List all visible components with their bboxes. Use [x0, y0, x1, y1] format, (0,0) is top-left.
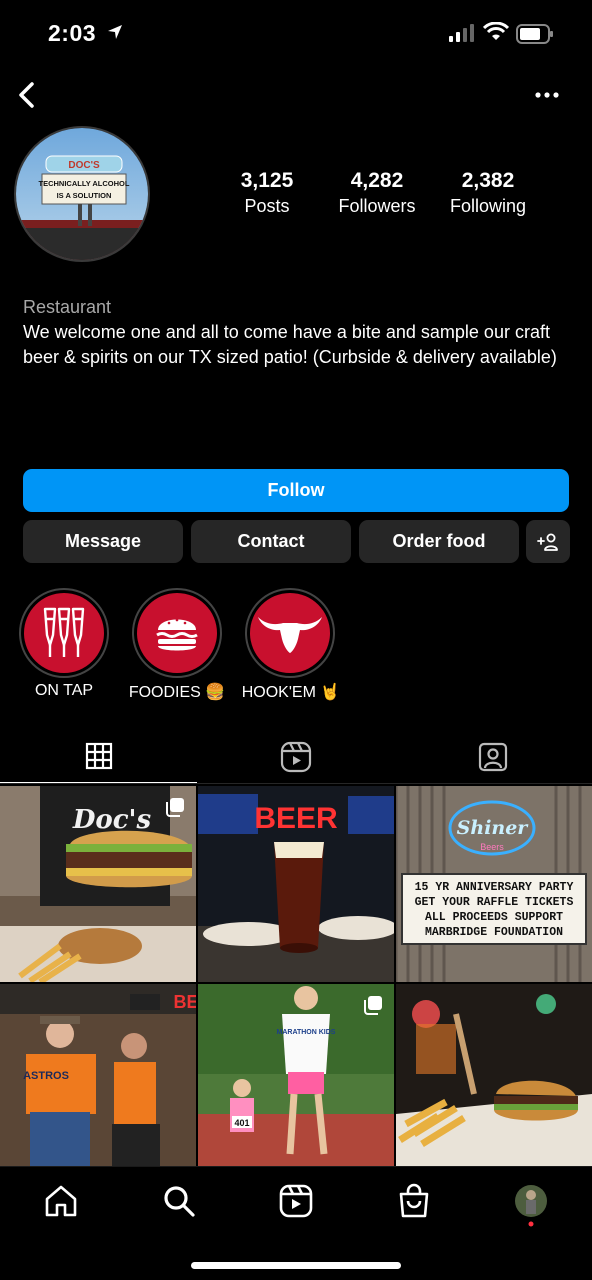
profile-bio: We welcome one and all to come have a bi…	[23, 322, 557, 367]
post-shiner-sub: Beers	[480, 842, 504, 852]
posts-count: 3,125	[240, 169, 294, 192]
burger-icon	[156, 618, 198, 651]
follow-button[interactable]: Follow	[23, 469, 569, 512]
cellular-signal-icon	[449, 24, 474, 42]
avatar-sign-brand: DOC'S	[68, 160, 100, 171]
profile-avatar[interactable]: DOC'S TECHNICALLY ALCOHOL IS A SOLUTION	[14, 126, 150, 262]
longhorn-icon	[258, 617, 322, 653]
post-image-beer: BEER	[198, 786, 394, 982]
highlight-label-on-tap: ON TAP	[34, 682, 94, 699]
post-thumbnail[interactable]	[396, 984, 592, 1166]
posts-stat[interactable]: 3,125 Posts	[212, 168, 322, 218]
following-count: 2,382	[461, 169, 515, 192]
highlight-hookem[interactable]	[245, 588, 335, 678]
reels-icon[interactable]	[278, 1183, 314, 1219]
tab-reels[interactable]	[197, 730, 394, 784]
post-marquee-line2: GET YOUR RAFFLE TICKETS	[415, 896, 574, 909]
post-partial-sign: BE	[173, 992, 196, 1012]
tagged-person-icon	[478, 742, 507, 772]
post-thumbnail[interactable]: BEER	[198, 786, 394, 982]
multiple-posts-icon	[364, 996, 382, 1015]
post-thumbnail[interactable]: Doc's	[0, 786, 196, 982]
post-marquee-line4: MARBRIDGE FOUNDATION	[425, 926, 563, 939]
status-bar: 2:03	[0, 0, 592, 68]
suggested-people-button[interactable]	[526, 520, 570, 563]
highlight-foodies[interactable]	[132, 588, 222, 678]
post-runner-shirt: MARATHON KIDS	[277, 1029, 336, 1036]
followers-label: Followers	[338, 196, 416, 216]
home-icon[interactable]	[43, 1183, 79, 1219]
multiple-posts-icon	[166, 798, 184, 817]
post-image-burger-fries	[396, 984, 592, 1166]
highlight-label-foodies: FOODIES 🍔	[128, 684, 226, 701]
post-image-couple: BE ASTROS	[0, 984, 196, 1166]
reels-icon	[280, 741, 311, 773]
tab-grid[interactable]	[0, 730, 197, 784]
post-bib: 401	[234, 1118, 249, 1128]
post-marquee-line1: 15 YR ANNIVERSARY PARTY	[415, 881, 574, 894]
highlight-on-tap[interactable]	[19, 588, 109, 678]
post-thumbnail[interactable]: Shiner Beers 15 YR ANNIVERSARY PARTY GET…	[396, 786, 592, 982]
beer-taps-icon	[43, 607, 85, 657]
post-beer-sign: BEER	[254, 802, 338, 835]
location-arrow-icon	[108, 25, 122, 39]
home-indicator	[191, 1262, 401, 1269]
avatar-sign-line2: IS A SOLUTION	[57, 191, 112, 200]
post-thumbnail[interactable]: MARATHON KIDS 401	[198, 984, 394, 1166]
followers-count: 4,282	[350, 169, 404, 192]
following-label: Following	[449, 196, 527, 216]
post-image-anniversary-sign: Shiner Beers 15 YR ANNIVERSARY PARTY GET…	[396, 786, 592, 982]
tabs-divider	[0, 783, 592, 784]
own-avatar-icon	[515, 1185, 547, 1227]
avatar-image: DOC'S TECHNICALLY ALCOHOL IS A SOLUTION	[16, 128, 148, 260]
order-food-button[interactable]: Order food	[359, 520, 519, 563]
message-button[interactable]: Message	[23, 520, 183, 563]
grid-icon	[85, 742, 112, 770]
post-grid: Doc's BEER Shiner Beers 15 YR ANNIVERSAR…	[0, 786, 592, 1166]
profile-tabs	[0, 730, 592, 784]
followers-stat[interactable]: 4,282 Followers	[322, 168, 432, 218]
more-options-icon[interactable]	[532, 86, 562, 104]
search-icon[interactable]	[161, 1183, 197, 1219]
status-time: 2:03	[48, 20, 97, 46]
post-marquee-line3: ALL PROCEEDS SUPPORT	[425, 911, 563, 924]
following-stat[interactable]: 2,382 Following	[433, 168, 543, 218]
contact-button[interactable]: Contact	[191, 520, 351, 563]
wifi-icon	[483, 22, 509, 40]
avatar-sign-line1: TECHNICALLY ALCOHOL	[39, 179, 130, 188]
posts-label: Posts	[244, 196, 290, 216]
back-chevron-icon[interactable]	[14, 80, 42, 110]
post-jersey-text: ASTROS	[23, 1070, 69, 1082]
tab-tagged[interactable]	[394, 730, 591, 784]
highlight-label-hookem: HOOK'EM 🤘	[241, 684, 341, 701]
post-thumbnail[interactable]: BE ASTROS	[0, 984, 196, 1166]
battery-icon	[516, 24, 553, 44]
profile-category: Restaurant	[23, 297, 112, 317]
add-person-icon	[537, 533, 558, 551]
post-shirt-text: Doc's	[72, 805, 152, 835]
shop-bag-icon[interactable]	[396, 1183, 432, 1219]
profile-avatar-tab[interactable]	[513, 1183, 549, 1227]
post-shiner-sign: Shiner	[457, 817, 530, 839]
